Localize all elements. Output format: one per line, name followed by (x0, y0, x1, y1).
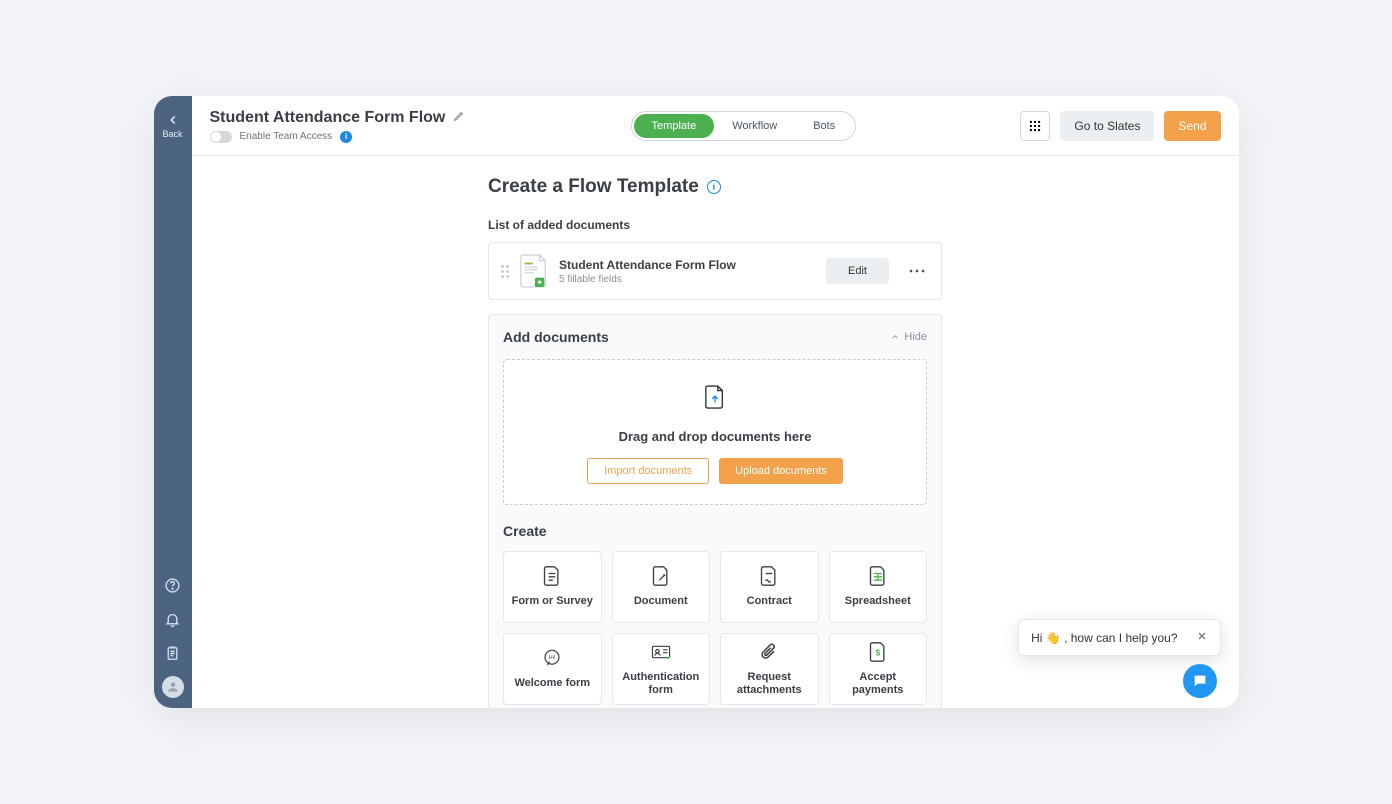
tab-workflow[interactable]: Workflow (714, 114, 795, 138)
go-to-slates-button[interactable]: Go to Slates (1060, 111, 1154, 141)
dropzone[interactable]: Drag and drop documents here Import docu… (503, 359, 927, 505)
avatar[interactable] (162, 676, 184, 698)
svg-text:$: $ (875, 647, 880, 657)
card-label: Form or Survey (512, 595, 593, 608)
topbar: Student Attendance Form Flow Enable Team… (192, 96, 1239, 156)
create-contract-card[interactable]: Contract (720, 551, 819, 623)
bell-icon[interactable] (154, 602, 192, 636)
create-grid: Form or Survey Document Contract Sp (503, 551, 927, 705)
list-label: List of added documents (488, 218, 942, 232)
document-subtitle: 5 fillable fields (559, 274, 816, 285)
contract-icon (759, 565, 779, 587)
create-spreadsheet-card[interactable]: Spreadsheet (829, 551, 928, 623)
create-form-card[interactable]: Form or Survey (503, 551, 602, 623)
document-icon (651, 565, 671, 587)
edit-button[interactable]: Edit (826, 258, 889, 284)
chevron-left-icon (166, 113, 180, 127)
card-label: Document (634, 595, 688, 608)
chat-button[interactable] (1183, 664, 1217, 698)
create-attachments-card[interactable]: Request attachments (720, 633, 819, 705)
document-name: Student Attendance Form Flow (559, 258, 816, 272)
create-payments-card[interactable]: $ Accept payments (829, 633, 928, 705)
info-icon[interactable]: i (707, 180, 721, 194)
help-icon[interactable] (154, 568, 192, 602)
add-documents-panel: Add documents Hide Drag and drop documen… (488, 314, 942, 708)
back-button[interactable]: Back (158, 106, 188, 146)
document-icon (519, 253, 549, 289)
create-document-card[interactable]: Document (612, 551, 711, 623)
team-access-toggle[interactable] (210, 131, 232, 143)
chat-popup: Hi 👋 , how can I help you? (1018, 619, 1220, 656)
card-label: Contract (747, 595, 792, 608)
info-icon[interactable]: i (340, 131, 352, 143)
team-access-label: Enable Team Access (240, 131, 333, 142)
sidebar: Back (154, 96, 192, 708)
more-icon[interactable] (905, 259, 929, 283)
svg-text:Hi!: Hi! (549, 655, 556, 661)
paperclip-icon (759, 641, 779, 663)
chat-icon (1192, 673, 1208, 689)
chat-message: Hi 👋 , how can I help you? (1031, 631, 1177, 645)
create-welcome-card[interactable]: Hi! Welcome form (503, 633, 602, 705)
upload-documents-button[interactable]: Upload documents (719, 458, 843, 484)
form-icon (542, 565, 562, 587)
upload-file-icon (704, 384, 726, 415)
create-title: Create (503, 523, 927, 539)
main-area: Student Attendance Form Flow Enable Team… (192, 96, 1239, 708)
payments-icon: $ (868, 641, 888, 663)
clipboard-icon[interactable] (154, 636, 192, 670)
chevron-up-icon (890, 332, 900, 342)
close-icon[interactable] (1196, 630, 1208, 645)
spreadsheet-icon (868, 565, 888, 587)
tab-template[interactable]: Template (634, 114, 715, 138)
send-button[interactable]: Send (1164, 111, 1220, 141)
back-label: Back (162, 129, 182, 139)
hide-label: Hide (904, 331, 927, 343)
card-label: Welcome form (514, 677, 590, 690)
id-card-icon (651, 641, 671, 663)
panel-title: Add documents (503, 329, 609, 345)
document-card: Student Attendance Form Flow 5 fillable … (488, 242, 942, 300)
tab-bots[interactable]: Bots (795, 114, 853, 138)
tab-group: Template Workflow Bots (631, 111, 857, 141)
create-auth-card[interactable]: Authentication form (612, 633, 711, 705)
page-title: Student Attendance Form Flow (210, 109, 446, 127)
dropzone-text: Drag and drop documents here (619, 429, 812, 444)
hide-toggle[interactable]: Hide (890, 331, 927, 343)
apps-grid-icon[interactable] (1020, 111, 1050, 141)
welcome-icon: Hi! (542, 647, 562, 669)
card-label: Request attachments (725, 671, 814, 697)
pencil-icon[interactable] (453, 109, 466, 127)
drag-handle-icon[interactable] (501, 265, 509, 278)
card-label: Spreadsheet (845, 595, 911, 608)
card-label: Authentication form (617, 671, 706, 697)
app-window: Back Student Attendance Form Flow (154, 96, 1239, 708)
import-documents-button[interactable]: Import documents (587, 458, 709, 484)
section-heading: Create a Flow Template (488, 176, 699, 198)
card-label: Accept payments (834, 671, 923, 697)
